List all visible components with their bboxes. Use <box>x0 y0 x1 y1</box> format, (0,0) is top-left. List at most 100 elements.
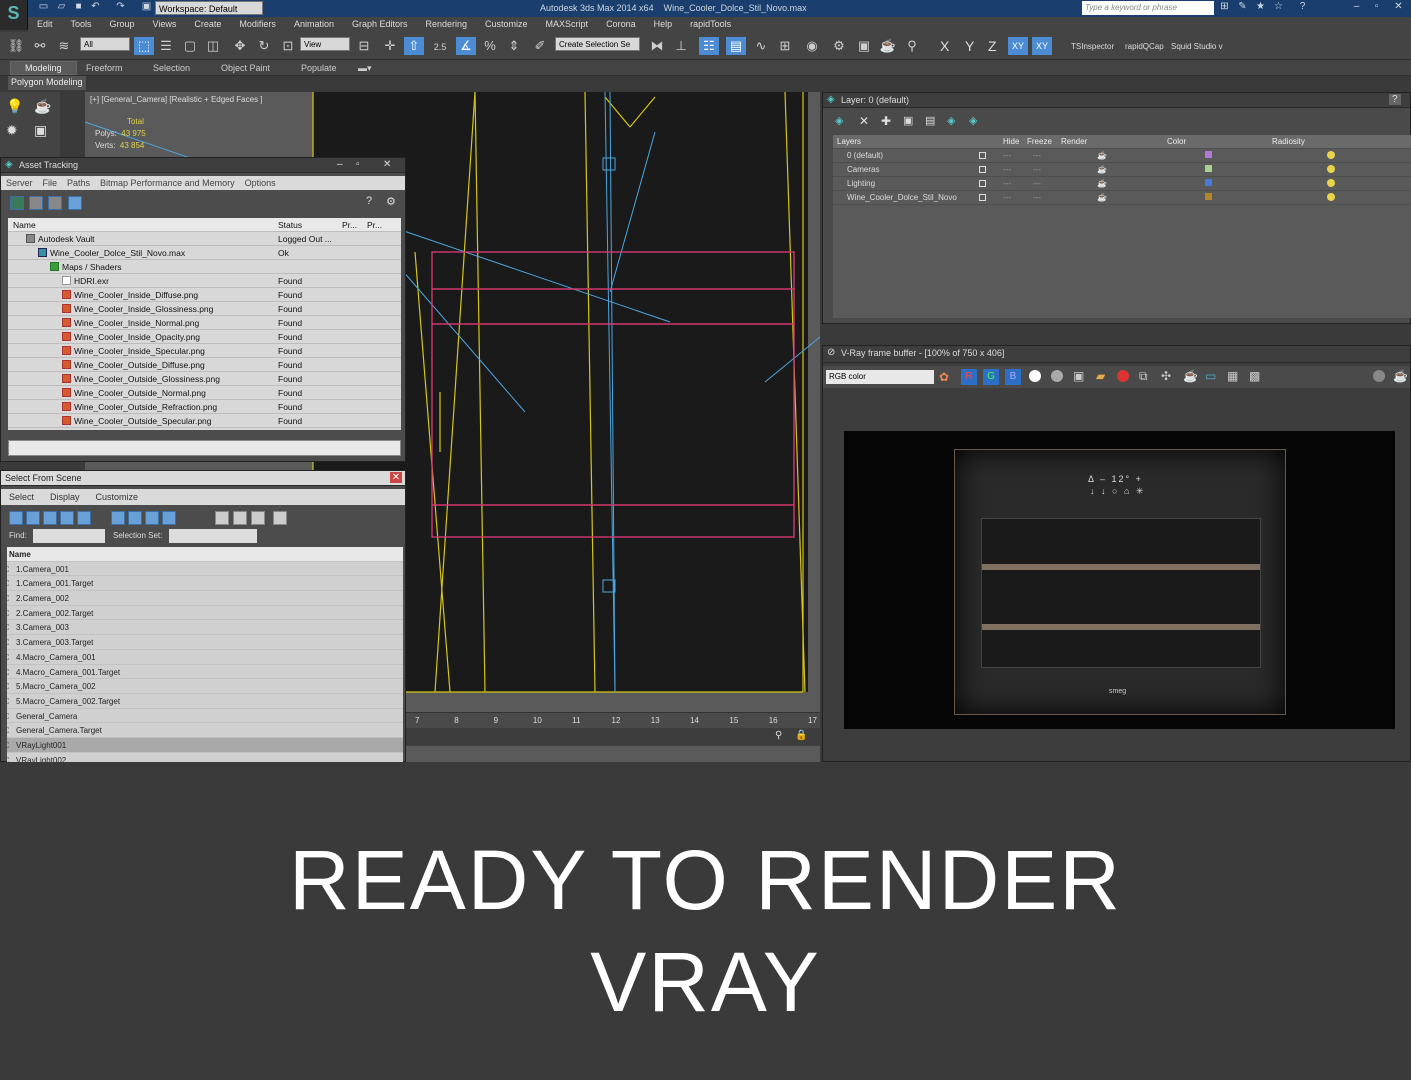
help-icon[interactable]: ? <box>1389 94 1401 105</box>
display-cameras-icon[interactable] <box>60 511 74 525</box>
table-row[interactable]: Wine_Cooler_Dolce_Stil_Novo.max Ok <box>8 246 401 260</box>
minimize-icon[interactable]: – <box>337 159 343 170</box>
menu-create[interactable]: Create <box>185 17 230 32</box>
display-shapes-icon[interactable] <box>26 511 40 525</box>
constrain-x-button[interactable]: X <box>940 38 949 54</box>
list-view-icon[interactable] <box>29 196 43 210</box>
menu-group[interactable]: Group <box>101 17 144 32</box>
alpha-channel-icon[interactable] <box>1029 370 1041 382</box>
reference-coordinate-dropdown[interactable]: View <box>300 37 350 51</box>
align-icon[interactable]: ⊥ <box>671 37 691 55</box>
new-file-icon[interactable]: ▭ <box>37 1 50 14</box>
hide-toggle[interactable]: --- <box>1003 151 1011 160</box>
layer-color-swatch[interactable] <box>1205 165 1212 172</box>
light-bulb-icon[interactable]: 💡 <box>6 98 23 115</box>
layer-row[interactable]: Wine_Cooler_Dolce_Stil_Novo --- --- ☕ <box>833 191 1411 205</box>
list-item[interactable]: ⛶ General_Camera <box>7 709 403 724</box>
favorite-icon[interactable]: ☆ <box>1272 1 1285 14</box>
menu-animation[interactable]: Animation <box>285 17 343 32</box>
search-input[interactable]: Type a keyword or phrase <box>1082 1 1214 15</box>
column-pr1[interactable]: Pr... <box>342 220 357 230</box>
create-layer-icon[interactable]: ◈ <box>835 114 843 127</box>
channel-dropdown[interactable]: RGB color <box>826 370 934 384</box>
asset-path-field[interactable] <box>8 440 401 456</box>
schematic-view-icon[interactable]: ⊞ <box>775 37 795 55</box>
help-icon[interactable]: ? <box>1296 1 1309 14</box>
hide-all-icon[interactable]: ◈ <box>947 114 955 127</box>
select-menu-display[interactable]: Display <box>42 489 88 505</box>
radiosity-bulb-icon[interactable] <box>1327 193 1335 201</box>
select-from-scene-title[interactable]: Select From Scene <box>1 471 405 486</box>
render-production-icon[interactable]: ⚲ <box>902 37 922 55</box>
list-item[interactable]: ⛶ VRayLight001 <box>7 737 403 753</box>
redo-icon[interactable]: ↷ <box>114 1 127 14</box>
layer-row[interactable]: Cameras --- --- ☕ <box>833 163 1411 177</box>
tab-populate[interactable]: Populate <box>301 63 337 73</box>
scene-explorer-icon[interactable]: ▤ <box>726 37 746 55</box>
select-manipulate-icon[interactable]: ✛ <box>380 37 400 55</box>
tab-selection[interactable]: Selection <box>153 63 190 73</box>
load-image-icon[interactable]: ▰ <box>1096 369 1105 383</box>
workspace-dropdown[interactable]: Workspace: Default <box>155 1 263 15</box>
tab-freeform[interactable]: Freeform <box>86 63 123 73</box>
select-all-icon[interactable] <box>111 511 125 525</box>
current-layer-checkbox[interactable] <box>979 152 986 159</box>
render-setup-icon[interactable]: ⚙ <box>829 37 849 55</box>
menu-edit[interactable]: Edit <box>28 17 62 32</box>
list-item[interactable]: ⛶ 1.Camera_001 <box>7 562 403 577</box>
table-row[interactable]: Wine_Cooler_Outside_Diffuse.png Found <box>8 358 401 372</box>
lock-icon[interactable]: 🔒 <box>795 730 807 741</box>
render-teapot-icon[interactable]: ☕ <box>1097 151 1107 160</box>
history-icon[interactable]: ▩ <box>1249 369 1260 383</box>
layer-manager-icon[interactable]: ☷ <box>699 37 719 55</box>
track-mouse-icon[interactable]: ✣ <box>1161 369 1171 383</box>
filter-icon[interactable] <box>273 511 287 525</box>
squid-studio-button[interactable]: Squid Studio v <box>1171 42 1223 51</box>
spinner-snap-icon[interactable]: ⇕ <box>504 37 524 55</box>
binoculars-icon[interactable]: ⊞ <box>1218 1 1231 14</box>
current-layer-checkbox[interactable] <box>979 180 986 187</box>
open-file-icon[interactable]: ▱ <box>55 1 68 14</box>
column-status[interactable]: Status <box>278 220 302 230</box>
pivot-center-icon[interactable]: ⊟ <box>354 37 374 55</box>
close-icon[interactable]: ✕ <box>1392 1 1405 14</box>
hide-toggle[interactable]: --- <box>1003 179 1011 188</box>
asset-menu-options[interactable]: Options <box>240 176 281 190</box>
asset-tracking-title[interactable]: Asset Tracking <box>1 158 405 173</box>
render-teapot-icon[interactable]: ☕ <box>878 37 898 55</box>
layer-color-swatch[interactable] <box>1205 179 1212 186</box>
column-hide[interactable]: Hide <box>1003 137 1019 146</box>
freeze-all-icon[interactable]: ◈ <box>969 114 977 127</box>
menu-graph-editors[interactable]: Graph Editors <box>343 17 417 32</box>
render-teapot-icon[interactable]: ☕ <box>1097 165 1107 174</box>
list-item[interactable]: ⛶ 1.Camera_001.Target <box>7 576 403 592</box>
ribbon-options-icon[interactable]: ▬▾ <box>358 63 372 74</box>
lens-effects-icon[interactable]: ☕ <box>1393 369 1408 383</box>
column-name[interactable]: Name <box>9 550 31 559</box>
color-picker-icon[interactable]: ✿ <box>939 370 949 384</box>
table-row[interactable]: Wine_Cooler_Outside_Normal.png Found <box>8 386 401 400</box>
table-row[interactable]: Wine_Cooler_Inside_Glossiness.png Found <box>8 302 401 316</box>
list-item[interactable]: ⛶ General_Camera.Target <box>7 723 403 738</box>
display-lights-icon[interactable] <box>43 511 57 525</box>
select-menu-customize[interactable]: Customize <box>88 489 147 505</box>
menu-tools[interactable]: Tools <box>62 17 101 32</box>
select-object-icon[interactable]: ⬚ <box>134 37 154 55</box>
select-invert-icon[interactable] <box>145 511 159 525</box>
add-to-layer-icon[interactable]: ✚ <box>881 114 891 128</box>
scale-icon[interactable]: ⊡ <box>278 37 298 55</box>
project-folder-icon[interactable]: ▣ <box>140 1 153 14</box>
bind-spacewarp-icon[interactable]: ≋ <box>54 37 74 55</box>
help-icon[interactable]: ? <box>366 195 372 207</box>
percent-snap-icon[interactable]: % <box>480 37 500 55</box>
key-icon[interactable]: ⚲ <box>775 730 782 741</box>
list-item[interactable]: ⛶ 4.Macro_Camera_001 <box>7 650 403 665</box>
column-radiosity[interactable]: Radiosity <box>1272 137 1305 146</box>
unlink-icon[interactable]: ⚯ <box>30 37 50 55</box>
layer-row[interactable]: Lighting --- --- ☕ <box>833 177 1411 191</box>
list-item[interactable]: ⛶ 2.Camera_002 <box>7 591 403 606</box>
render-teapot-icon[interactable]: ☕ <box>1097 193 1107 202</box>
settings-icon[interactable]: ⚙ <box>386 195 396 208</box>
angle-snap-icon[interactable]: ∡ <box>456 37 476 55</box>
display-helpers-icon[interactable] <box>77 511 91 525</box>
